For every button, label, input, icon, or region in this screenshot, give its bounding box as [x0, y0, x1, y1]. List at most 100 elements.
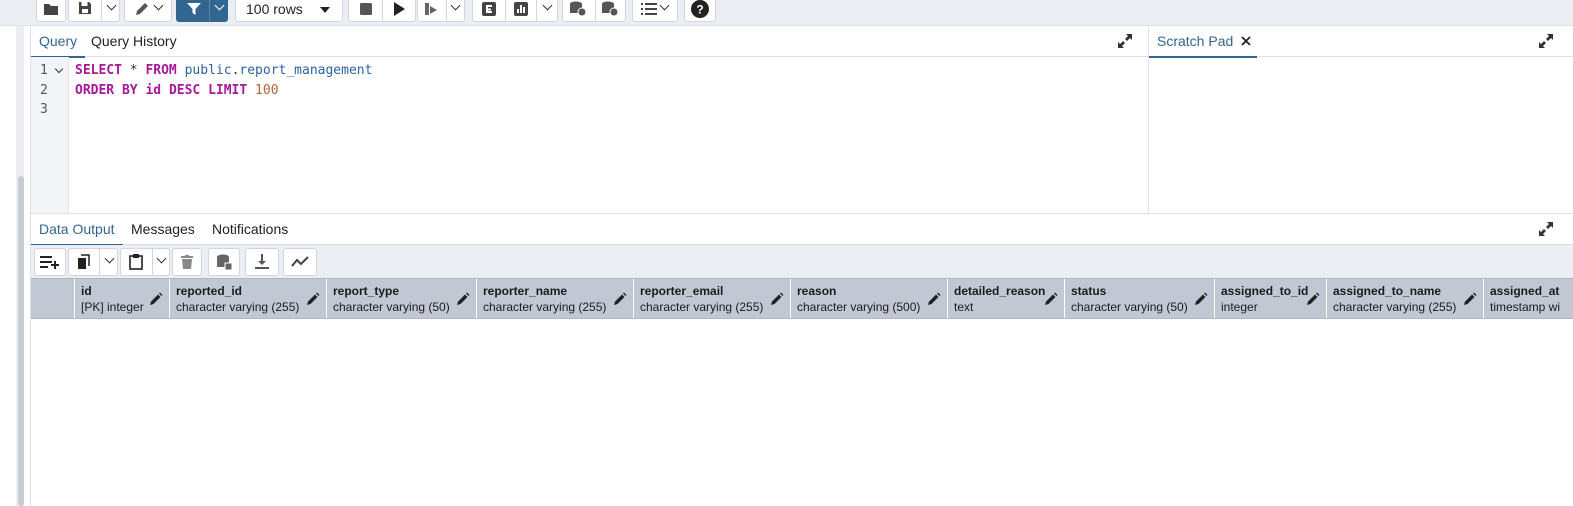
query-tabbar: Query Query History: [31, 26, 1148, 58]
paste-icon: [129, 254, 143, 270]
copy-icon: [78, 254, 90, 269]
pencil-icon[interactable]: [1463, 292, 1477, 306]
open-file-button[interactable]: [36, 0, 66, 22]
add-row-button[interactable]: [34, 248, 66, 276]
column-header-id[interactable]: id [PK] integer: [75, 279, 170, 318]
chevron-down-icon: [156, 253, 167, 264]
tab-query-history[interactable]: Query History: [83, 26, 185, 57]
line-chart-icon: [291, 256, 309, 267]
svg-text:?: ?: [696, 3, 703, 17]
chevron-down-icon: [450, 0, 461, 11]
explain-analyze-icon[interactable]: [514, 2, 528, 16]
column-header-reporter-name[interactable]: reporter_name character varying (255): [477, 279, 634, 318]
download-icon: [255, 254, 269, 269]
line-number-gutter: 1 2 3: [31, 57, 69, 213]
pencil-icon[interactable]: [613, 292, 627, 306]
execute-icon[interactable]: [393, 2, 405, 16]
pencil-icon[interactable]: [1194, 292, 1208, 306]
rows-limit-value: 100 rows: [246, 1, 303, 17]
folder-icon: [44, 4, 58, 15]
close-icon[interactable]: [1240, 35, 1252, 47]
tab-notifications[interactable]: Notifications: [204, 214, 296, 245]
commit-icon[interactable]: [569, 1, 587, 17]
expand-icon[interactable]: [1117, 33, 1133, 49]
left-rail: [0, 0, 31, 506]
expand-icon[interactable]: [1538, 221, 1554, 237]
explain-icon[interactable]: [482, 2, 496, 16]
pencil-icon[interactable]: [770, 292, 784, 306]
help-icon: ?: [691, 0, 709, 18]
chevron-down-icon: [104, 253, 115, 264]
macros-icon: [641, 3, 657, 15]
pencil-icon[interactable]: [149, 292, 163, 306]
column-header-reported-id[interactable]: reported_id character varying (255): [170, 279, 327, 318]
line-number: 1: [40, 63, 48, 78]
chevron-down-icon: [659, 0, 670, 11]
column-header-detailed-reason[interactable]: detailed_reason text: [948, 279, 1065, 318]
code-line-1: SELECT * FROM public.report_management: [75, 63, 373, 78]
column-header-assigned-at[interactable]: assigned_at timestamp wi: [1484, 279, 1573, 318]
filter-icon: [187, 3, 201, 15]
pencil-icon[interactable]: [1044, 292, 1058, 306]
column-header-reporter-email[interactable]: reporter_email character varying (255): [634, 279, 791, 318]
transaction-button-group[interactable]: [562, 0, 626, 22]
data-grid-toolbar: [31, 245, 1573, 278]
chevron-down-icon: [106, 0, 117, 11]
copy-button[interactable]: [68, 248, 118, 276]
save-icon: [79, 2, 91, 14]
caret-down-icon: [320, 7, 330, 13]
stop-icon[interactable]: [360, 3, 372, 15]
rollback-icon[interactable]: [601, 1, 619, 17]
sql-editor[interactable]: 1 2 3 SELECT * FROM public.report_manage…: [31, 57, 1148, 213]
execute-script-button[interactable]: [417, 0, 465, 22]
fold-chevron-icon[interactable]: [54, 64, 64, 74]
scratch-pad-panel: Scratch Pad: [1149, 26, 1573, 213]
results-tabbar: Data Output Messages Notifications: [31, 214, 1573, 246]
save-button[interactable]: [68, 0, 120, 22]
help-button[interactable]: ?: [684, 0, 716, 22]
add-row-icon: [40, 256, 59, 269]
execute-button-group[interactable]: [348, 0, 416, 22]
column-header-assigned-to-id[interactable]: assigned_to_id integer: [1215, 279, 1327, 318]
paste-button[interactable]: [120, 248, 170, 276]
rows-limit-select[interactable]: 100 rows: [235, 0, 343, 22]
pencil-icon[interactable]: [306, 292, 320, 306]
pencil-icon[interactable]: [1306, 292, 1320, 306]
data-grid-header: id [PK] integer reported_id character va…: [31, 278, 1573, 319]
macros-button[interactable]: [632, 0, 678, 22]
code-line-2: ORDER BY id DESC LIMIT 100: [75, 83, 279, 98]
scratch-pad-title: Scratch Pad: [1157, 33, 1234, 49]
edit-button[interactable]: [124, 0, 172, 22]
execute-script-icon: [425, 3, 437, 15]
edit-icon: [136, 3, 148, 15]
column-header-assigned-to-name[interactable]: assigned_to_name character varying (255): [1327, 279, 1484, 318]
expand-icon[interactable]: [1538, 33, 1554, 49]
query-panel: Query Query History 1 2 3 SELECT * FROM …: [31, 26, 1149, 213]
tab-data-output[interactable]: Data Output: [31, 214, 123, 246]
graph-visualiser-button[interactable]: [283, 248, 317, 276]
delete-button[interactable]: [172, 248, 202, 276]
tab-messages[interactable]: Messages: [123, 214, 203, 245]
data-grid-body[interactable]: [31, 319, 1573, 506]
tab-query[interactable]: Query: [31, 26, 86, 58]
chevron-down-icon: [153, 0, 164, 11]
chevron-down-icon: [542, 0, 553, 11]
chevron-down-icon: [214, 0, 225, 11]
download-button[interactable]: [245, 248, 279, 276]
explain-button-group[interactable]: [472, 0, 558, 22]
filter-button[interactable]: [176, 0, 228, 22]
pencil-icon[interactable]: [456, 292, 470, 306]
scratch-pad-editor[interactable]: [1149, 57, 1573, 213]
save-data-icon: [217, 254, 232, 270]
column-header-reason[interactable]: reason character varying (500): [791, 279, 948, 318]
trash-icon: [181, 255, 193, 269]
pgadmin-query-tool: 100 rows ? Query Query History 1 2 3 SEL…: [0, 0, 1573, 506]
column-header-report-type[interactable]: report_type character varying (50): [327, 279, 477, 318]
column-header-status[interactable]: status character varying (50): [1065, 279, 1215, 318]
save-data-button[interactable]: [208, 248, 240, 276]
pencil-icon[interactable]: [927, 292, 941, 306]
scratch-pad-tabbar: Scratch Pad: [1149, 26, 1573, 58]
vertical-scrollbar-thumb[interactable]: [18, 176, 24, 506]
query-toolbar: 100 rows ?: [0, 0, 1573, 26]
row-selector-header[interactable]: [31, 279, 75, 318]
